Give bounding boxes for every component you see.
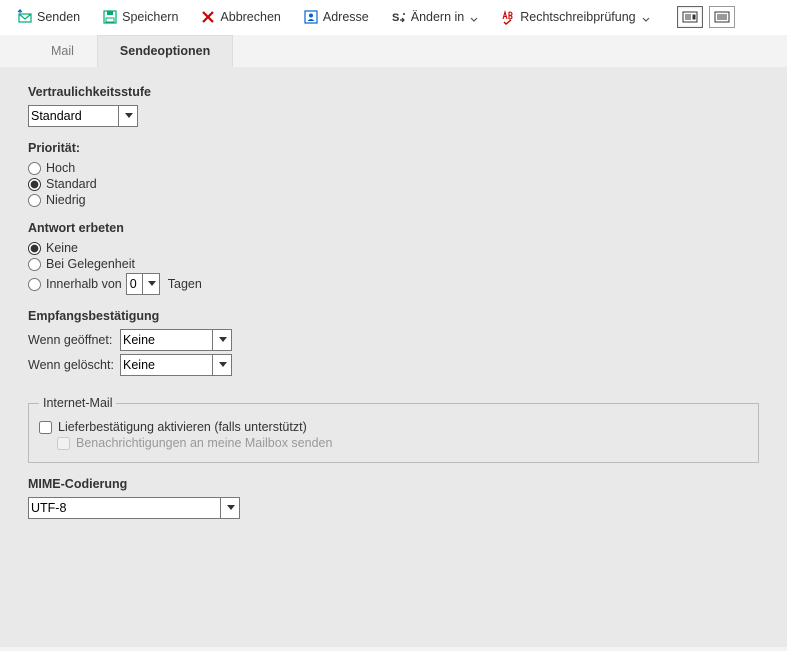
delivery-confirm-checkbox[interactable] (39, 421, 52, 434)
confidentiality-select-wrap: Standard (28, 105, 138, 127)
address-button[interactable]: Adresse (294, 4, 378, 30)
view-html-icon (682, 9, 698, 25)
tabbar: Mail Sendeoptionen (0, 35, 787, 67)
priority-low-label[interactable]: Niedrig (46, 193, 86, 207)
priority-label: Priorität: (28, 141, 759, 155)
cancel-button[interactable]: Abbrechen (191, 4, 289, 30)
tab-mail-label: Mail (51, 44, 74, 58)
cancel-icon (200, 9, 216, 25)
address-icon (303, 9, 319, 25)
change-in-icon: S (391, 9, 407, 25)
reply-convenient-radio[interactable] (28, 258, 41, 271)
reply-within-prefix[interactable]: Innerhalb von (46, 277, 122, 291)
confidentiality-label: Vertraulichkeitsstufe (28, 85, 759, 99)
change-in-label: Ändern in (411, 10, 465, 24)
reply-label: Antwort erbeten (28, 221, 759, 235)
cancel-label: Abbrechen (220, 10, 280, 24)
send-label: Senden (37, 10, 80, 24)
change-in-button[interactable]: S Ändern in (382, 4, 488, 30)
tab-send-options[interactable]: Sendeoptionen (97, 35, 233, 67)
mime-select[interactable]: UTF-8 (28, 497, 240, 519)
spellcheck-label: Rechtschreibprüfung (520, 10, 635, 24)
svg-text:S: S (392, 12, 399, 24)
delivery-confirm-label[interactable]: Lieferbestätigung aktivieren (falls unte… (58, 420, 307, 434)
receipt-label: Empfangsbestätigung (28, 309, 759, 323)
reply-within-days-wrap (126, 273, 160, 295)
reply-convenient-label[interactable]: Bei Gelegenheit (46, 257, 135, 271)
chevron-down-icon (470, 13, 478, 21)
tab-send-options-label: Sendeoptionen (120, 44, 210, 58)
view-plain-icon (714, 9, 730, 25)
priority-standard-radio[interactable] (28, 178, 41, 191)
send-options-panel: Vertraulichkeitsstufe Standard Priorität… (0, 67, 787, 647)
send-button[interactable]: Senden (8, 4, 89, 30)
view-html-button[interactable] (677, 6, 703, 28)
when-opened-label: Wenn geöffnet: (28, 333, 120, 347)
when-deleted-label: Wenn gelöscht: (28, 358, 120, 372)
reply-within-days-input[interactable] (126, 273, 160, 295)
priority-high-label[interactable]: Hoch (46, 161, 75, 175)
when-deleted-select[interactable]: Keine (120, 354, 232, 376)
save-icon (102, 9, 118, 25)
address-label: Adresse (323, 10, 369, 24)
reply-none-label[interactable]: Keine (46, 241, 78, 255)
view-plain-button[interactable] (709, 6, 735, 28)
priority-high-radio[interactable] (28, 162, 41, 175)
notify-mailbox-checkbox (57, 437, 70, 450)
reply-none-radio[interactable] (28, 242, 41, 255)
internet-mail-legend: Internet-Mail (39, 396, 116, 410)
chevron-down-icon (642, 13, 650, 21)
toolbar: Senden Speichern Abbrechen Adresse S Änd… (0, 0, 787, 35)
save-button[interactable]: Speichern (93, 4, 187, 30)
notify-mailbox-label: Benachrichtigungen an meine Mailbox send… (76, 436, 332, 450)
mime-label: MIME-Codierung (28, 477, 759, 491)
reply-within-radio[interactable] (28, 278, 41, 291)
send-icon (17, 9, 33, 25)
reply-within-suffix: Tagen (168, 277, 202, 291)
spellcheck-icon (500, 9, 516, 25)
priority-standard-label[interactable]: Standard (46, 177, 97, 191)
internet-mail-fieldset: Internet-Mail Lieferbestätigung aktivier… (28, 396, 759, 463)
spellcheck-button[interactable]: Rechtschreibprüfung (491, 4, 658, 30)
when-opened-select[interactable]: Keine (120, 329, 232, 351)
tab-mail[interactable]: Mail (28, 35, 97, 67)
priority-low-radio[interactable] (28, 194, 41, 207)
confidentiality-select[interactable]: Standard (28, 105, 138, 127)
save-label: Speichern (122, 10, 178, 24)
